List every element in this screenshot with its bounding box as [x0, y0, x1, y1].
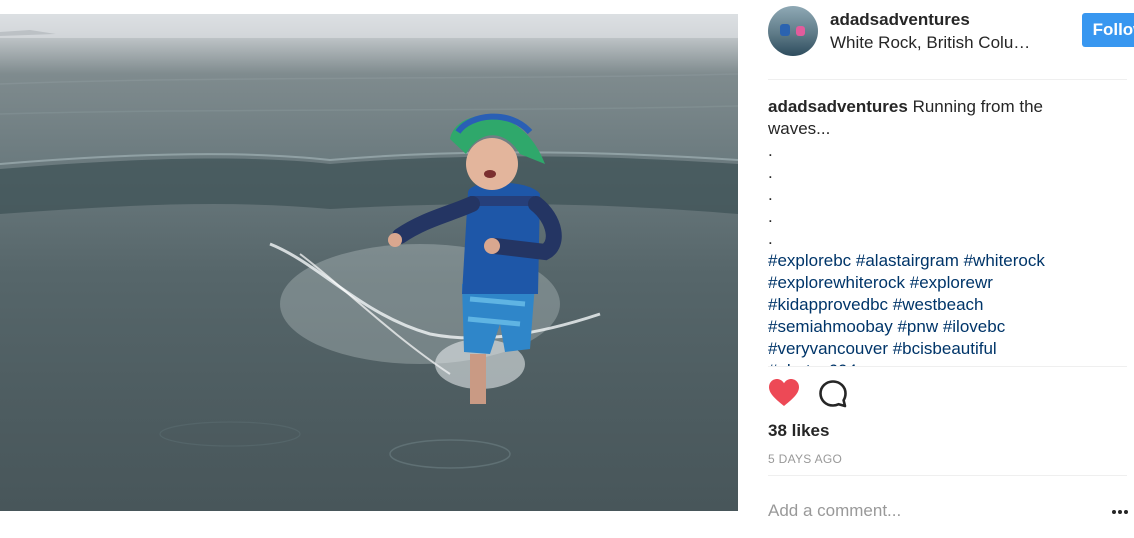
location-link[interactable]: White Rock, British Columbia	[830, 33, 1035, 53]
comment-icon[interactable]	[818, 379, 848, 409]
caption-dot: .	[768, 185, 773, 204]
hashtag-line[interactable]: #semiahmoobay #pnw #ilovebc	[768, 316, 1068, 338]
caption-dot: .	[768, 163, 773, 182]
hashtag-line[interactable]: #explorebc #alastairgram #whiterock	[768, 250, 1068, 272]
avatar[interactable]	[768, 6, 818, 56]
photo-scene	[0, 14, 738, 469]
caption: adadsadventures Running from the waves..…	[768, 96, 1068, 366]
caption-dot: .	[768, 207, 773, 226]
hashtag-line[interactable]: #explorewhiterock #explorewr	[768, 272, 1068, 294]
comment-divider	[768, 475, 1127, 476]
username-link[interactable]: adadsadventures	[830, 10, 970, 30]
post-header: adadsadventures White Rock, British Colu…	[768, 6, 1134, 66]
heart-icon[interactable]	[768, 378, 800, 408]
caption-dot: .	[768, 141, 773, 160]
header-divider	[768, 79, 1127, 80]
caption-divider	[768, 366, 1127, 367]
caption-username[interactable]: adadsadventures	[768, 97, 908, 116]
likes-count[interactable]: 38 likes	[768, 421, 829, 441]
post-timestamp[interactable]: 5 DAYS AGO	[768, 452, 842, 466]
post-details-panel: adadsadventures White Rock, British Colu…	[738, 0, 1134, 538]
hashtag-line[interactable]: #kidapprovedbc #westbeach	[768, 294, 1068, 316]
action-bar	[768, 378, 888, 412]
wave	[0, 156, 738, 214]
hashtag-line[interactable]: #veryvancouver #bcisbeautiful #photos604	[768, 338, 1068, 366]
follow-button[interactable]: Follow	[1082, 13, 1134, 47]
post-photo[interactable]	[0, 14, 738, 511]
comment-input[interactable]	[768, 498, 1078, 524]
more-options-icon[interactable]	[1110, 502, 1130, 522]
caption-dot: .	[768, 229, 773, 248]
